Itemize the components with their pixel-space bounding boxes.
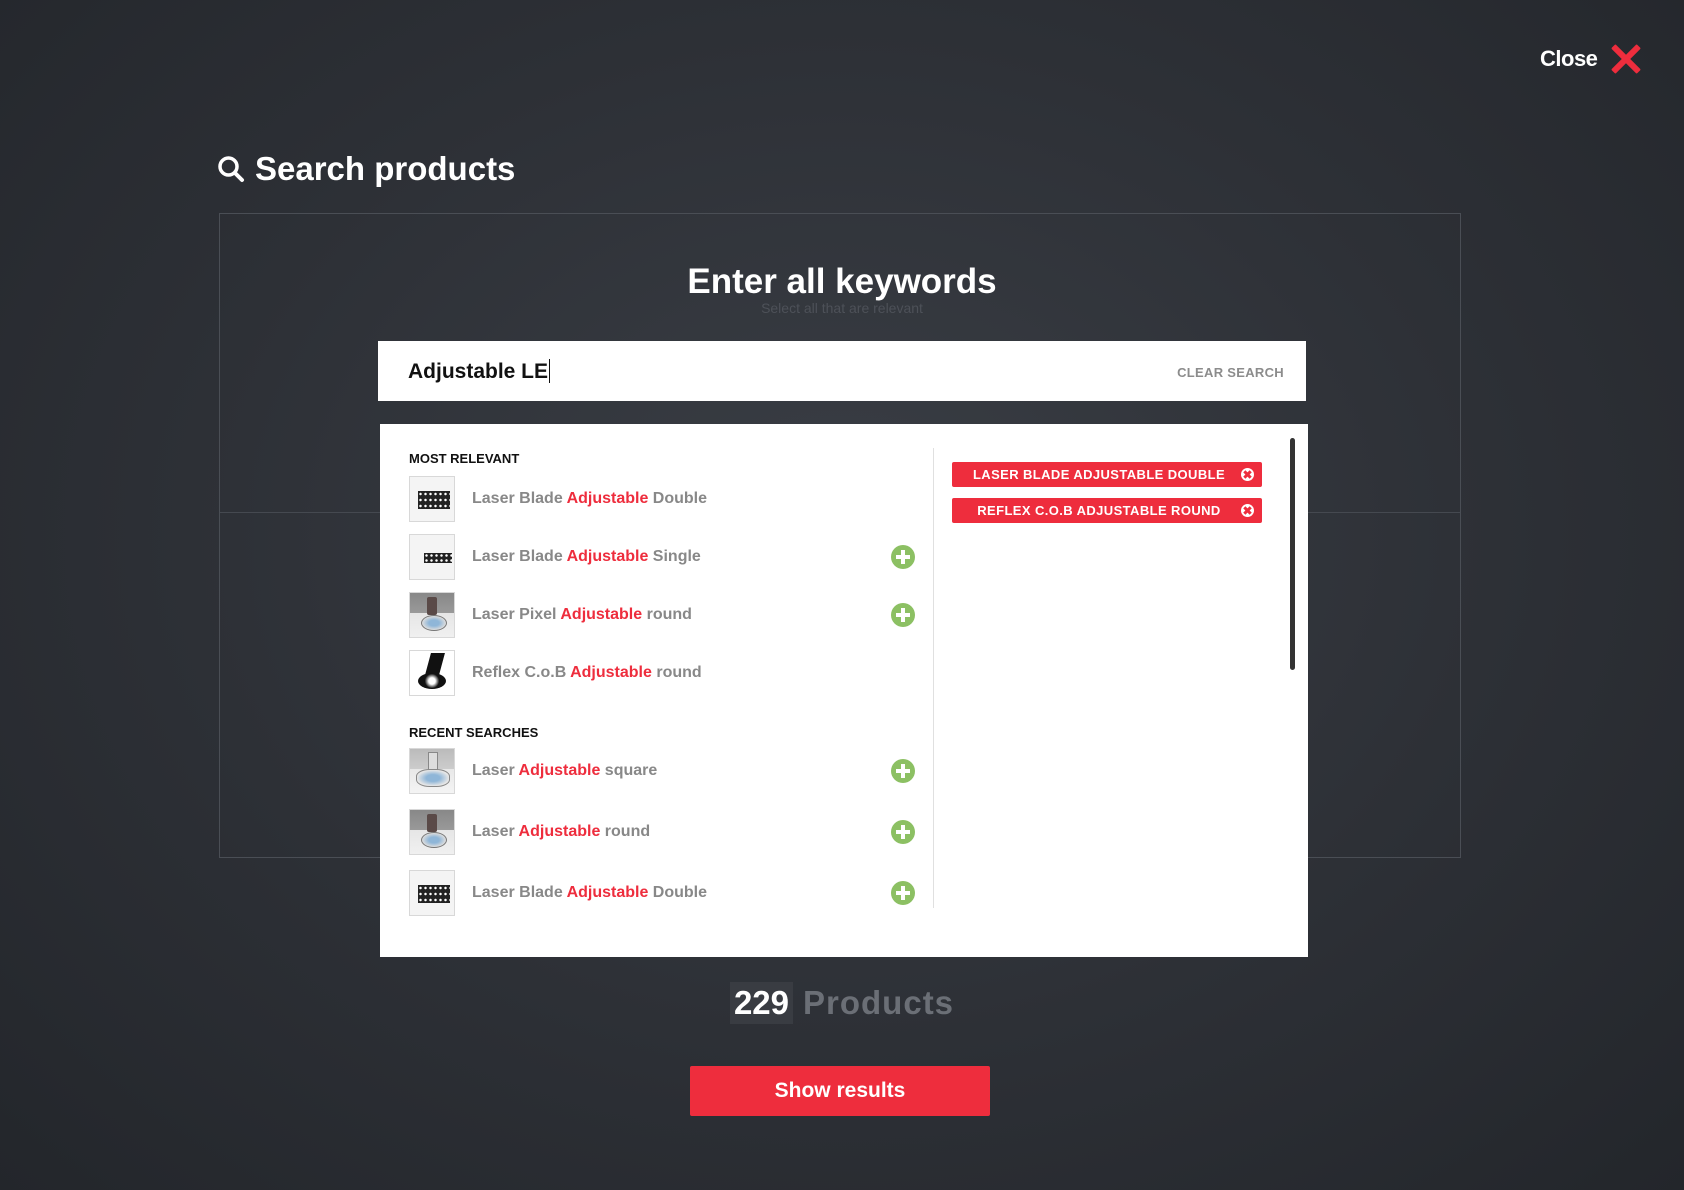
keywords-subheading: Select all that are relevant bbox=[761, 300, 923, 316]
item-label: Laser Blade Adjustable Double bbox=[472, 490, 708, 507]
item-label: Laser Pixel Adjustable round bbox=[472, 606, 692, 623]
product-count-number: 229 bbox=[729, 982, 794, 1024]
show-results-button[interactable]: Show results bbox=[690, 1066, 990, 1116]
product-thumbnail bbox=[409, 534, 455, 580]
column-divider bbox=[933, 448, 934, 908]
keywords-heading: Enter all keywords bbox=[687, 262, 997, 301]
add-icon[interactable] bbox=[891, 603, 915, 627]
product-count: 229 Products bbox=[0, 982, 1684, 1024]
list-item[interactable]: Laser Adjustable round bbox=[409, 807, 915, 857]
product-thumbnail bbox=[409, 476, 455, 522]
selected-tag-label: LASER BLADE ADJUSTABLE DOUBLE bbox=[972, 467, 1226, 482]
scrollbar[interactable] bbox=[1290, 438, 1295, 670]
list-item[interactable]: Laser Pixel Adjustable round bbox=[409, 590, 915, 640]
search-icon bbox=[218, 156, 244, 182]
product-thumbnail bbox=[409, 748, 455, 794]
close-icon[interactable] bbox=[1611, 44, 1641, 74]
search-input[interactable]: Adjustable LE CLEAR SEARCH bbox=[378, 341, 1306, 401]
suggestions-dropdown: MOST RELEVANT Laser Blade Adjustable Dou… bbox=[380, 424, 1308, 957]
page-title-text: Search products bbox=[255, 150, 516, 187]
product-count-label: Products bbox=[803, 984, 955, 1021]
product-thumbnail bbox=[409, 809, 455, 855]
product-thumbnail bbox=[409, 650, 455, 696]
recent-searches-title: RECENT SEARCHES bbox=[409, 725, 539, 740]
item-label: Laser Adjustable square bbox=[472, 762, 658, 779]
close-label: Close bbox=[1540, 46, 1598, 71]
search-input-value[interactable]: Adjustable LE bbox=[408, 359, 551, 384]
product-thumbnail bbox=[409, 592, 455, 638]
text-caret bbox=[549, 359, 551, 383]
clear-search-button[interactable]: CLEAR SEARCH bbox=[1177, 365, 1284, 380]
add-icon[interactable] bbox=[891, 881, 915, 905]
page-title: Search products bbox=[217, 150, 515, 188]
most-relevant-title: MOST RELEVANT bbox=[409, 451, 520, 466]
add-icon[interactable] bbox=[891, 545, 915, 569]
list-item[interactable]: Laser Blade Adjustable Double bbox=[409, 868, 915, 918]
list-item[interactable]: Laser Adjustable square bbox=[409, 746, 915, 796]
item-label: Laser Blade Adjustable Double bbox=[472, 884, 708, 901]
item-label: Laser Adjustable round bbox=[472, 823, 651, 840]
list-item[interactable]: Laser Blade Adjustable Single bbox=[409, 532, 915, 582]
item-label: Reflex C.o.B Adjustable round bbox=[472, 664, 702, 681]
product-thumbnail bbox=[409, 870, 455, 916]
list-item[interactable]: Laser Blade Adjustable Double bbox=[409, 474, 915, 524]
selected-tag-label: REFLEX C.O.B ADJUSTABLE ROUND bbox=[977, 503, 1221, 518]
list-item[interactable]: Reflex C.o.B Adjustable round bbox=[409, 648, 915, 698]
close-button[interactable]: Close bbox=[1540, 44, 1641, 74]
add-icon[interactable] bbox=[891, 820, 915, 844]
remove-tag-icon[interactable] bbox=[1241, 504, 1254, 517]
remove-tag-icon[interactable] bbox=[1241, 468, 1254, 481]
item-label: Laser Blade Adjustable Single bbox=[472, 548, 701, 565]
selected-tag[interactable]: REFLEX C.O.B ADJUSTABLE ROUND bbox=[952, 498, 1262, 523]
add-icon[interactable] bbox=[891, 759, 915, 783]
selected-tag[interactable]: LASER BLADE ADJUSTABLE DOUBLE bbox=[952, 462, 1262, 487]
